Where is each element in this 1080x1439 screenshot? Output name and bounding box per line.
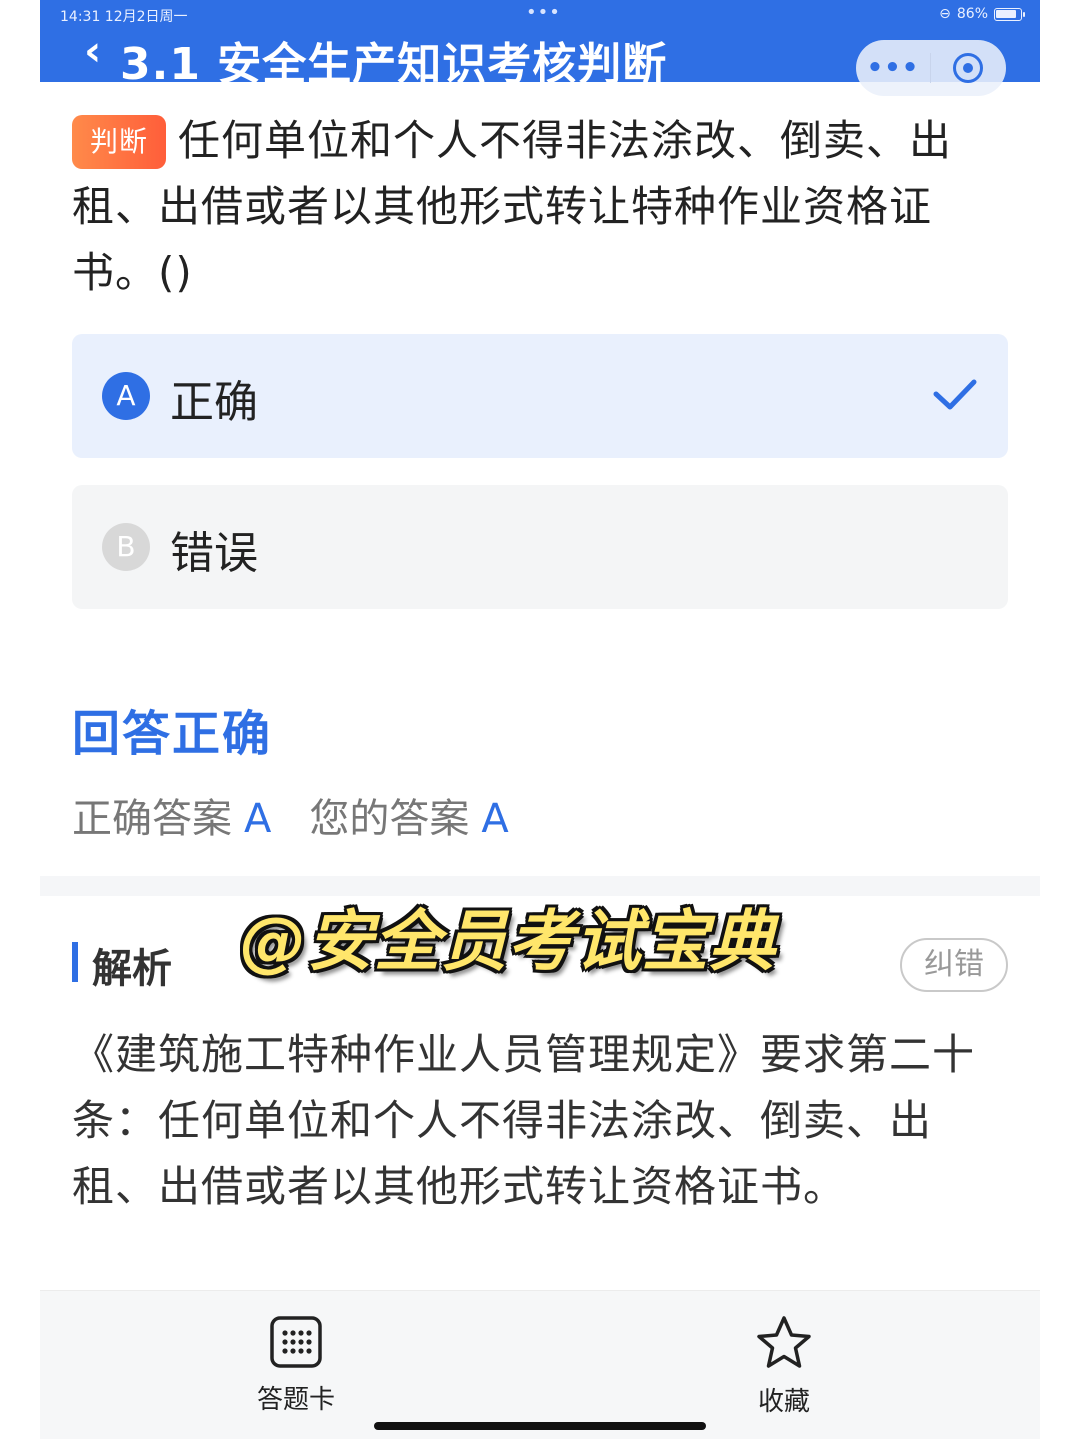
result-title: 回答正确	[72, 706, 273, 762]
battery-fill	[996, 9, 1016, 18]
favorite-label: 收藏	[757, 1387, 810, 1417]
option-letter: B	[102, 523, 150, 571]
option-letter: A	[102, 372, 150, 420]
battery-percent: 86%	[956, 6, 988, 22]
check-icon	[933, 379, 977, 410]
home-indicator[interactable]	[374, 1422, 706, 1430]
analysis-title: 解析	[92, 946, 172, 992]
link-icon: ⊖	[939, 6, 951, 22]
bottom-toolbar: 答题卡 收藏	[40, 1290, 1040, 1439]
question-text: 任何单位和个人不得非法涂改、倒卖、出租、出借或者以其他形式转让特种作业资格证书。…	[72, 116, 953, 297]
status-right: ⊖ 86%	[939, 6, 1025, 22]
your-answer-label: 您的答案	[309, 796, 470, 842]
star-icon	[757, 1316, 811, 1368]
target-icon	[953, 53, 983, 83]
status-time: 14:31 12月2日周一	[60, 9, 188, 25]
question-block: 判断 任何单位和个人不得非法涂改、倒卖、出租、出借或者以其他形式转让特种作业资格证…	[72, 108, 1017, 306]
option-a[interactable]: A 正确	[72, 334, 1008, 458]
header-bar: 14:31 12月2日周一 ••• ⊖ 86% ‹ 3.1 安全生产知识考核判断…	[40, 0, 1040, 96]
close-miniapp-button[interactable]	[931, 53, 1005, 83]
correct-answer-value: A	[244, 796, 272, 842]
page-title: 3.1 安全生产知识考核判断	[120, 39, 668, 90]
back-icon[interactable]: ‹	[84, 30, 101, 72]
analysis-accent-bar	[72, 942, 78, 982]
multitask-dots[interactable]: •••	[526, 2, 561, 23]
more-menu-button[interactable]: •••	[856, 53, 930, 83]
answer-card-button[interactable]: 答题卡	[216, 1315, 376, 1416]
grid-icon	[270, 1316, 322, 1368]
watermark-text: @安全员考试宝典	[240, 903, 776, 980]
answer-summary: 正确答案 A 您的答案 A	[72, 786, 509, 844]
favorite-button[interactable]: 收藏	[704, 1315, 864, 1418]
option-label: 错误	[170, 528, 258, 579]
miniapp-capsule: •••	[856, 40, 1006, 96]
option-b[interactable]: B 错误	[72, 485, 1008, 609]
report-error-button[interactable]: 纠错	[900, 938, 1008, 992]
answer-card-label: 答题卡	[256, 1385, 335, 1415]
battery-icon	[994, 7, 1025, 21]
option-label: 正确	[170, 377, 258, 428]
your-answer-value: A	[481, 796, 509, 842]
analysis-text: 《建筑施工特种作业人员管理规定》要求第二十条：任何单位和个人不得非法涂改、倒卖、…	[72, 1030, 976, 1211]
phone-screen: 14:31 12月2日周一 ••• ⊖ 86% ‹ 3.1 安全生产知识考核判断…	[40, 0, 1040, 1439]
question-type-tag: 判断	[72, 115, 166, 169]
correct-answer-label: 正确答案	[72, 796, 232, 842]
